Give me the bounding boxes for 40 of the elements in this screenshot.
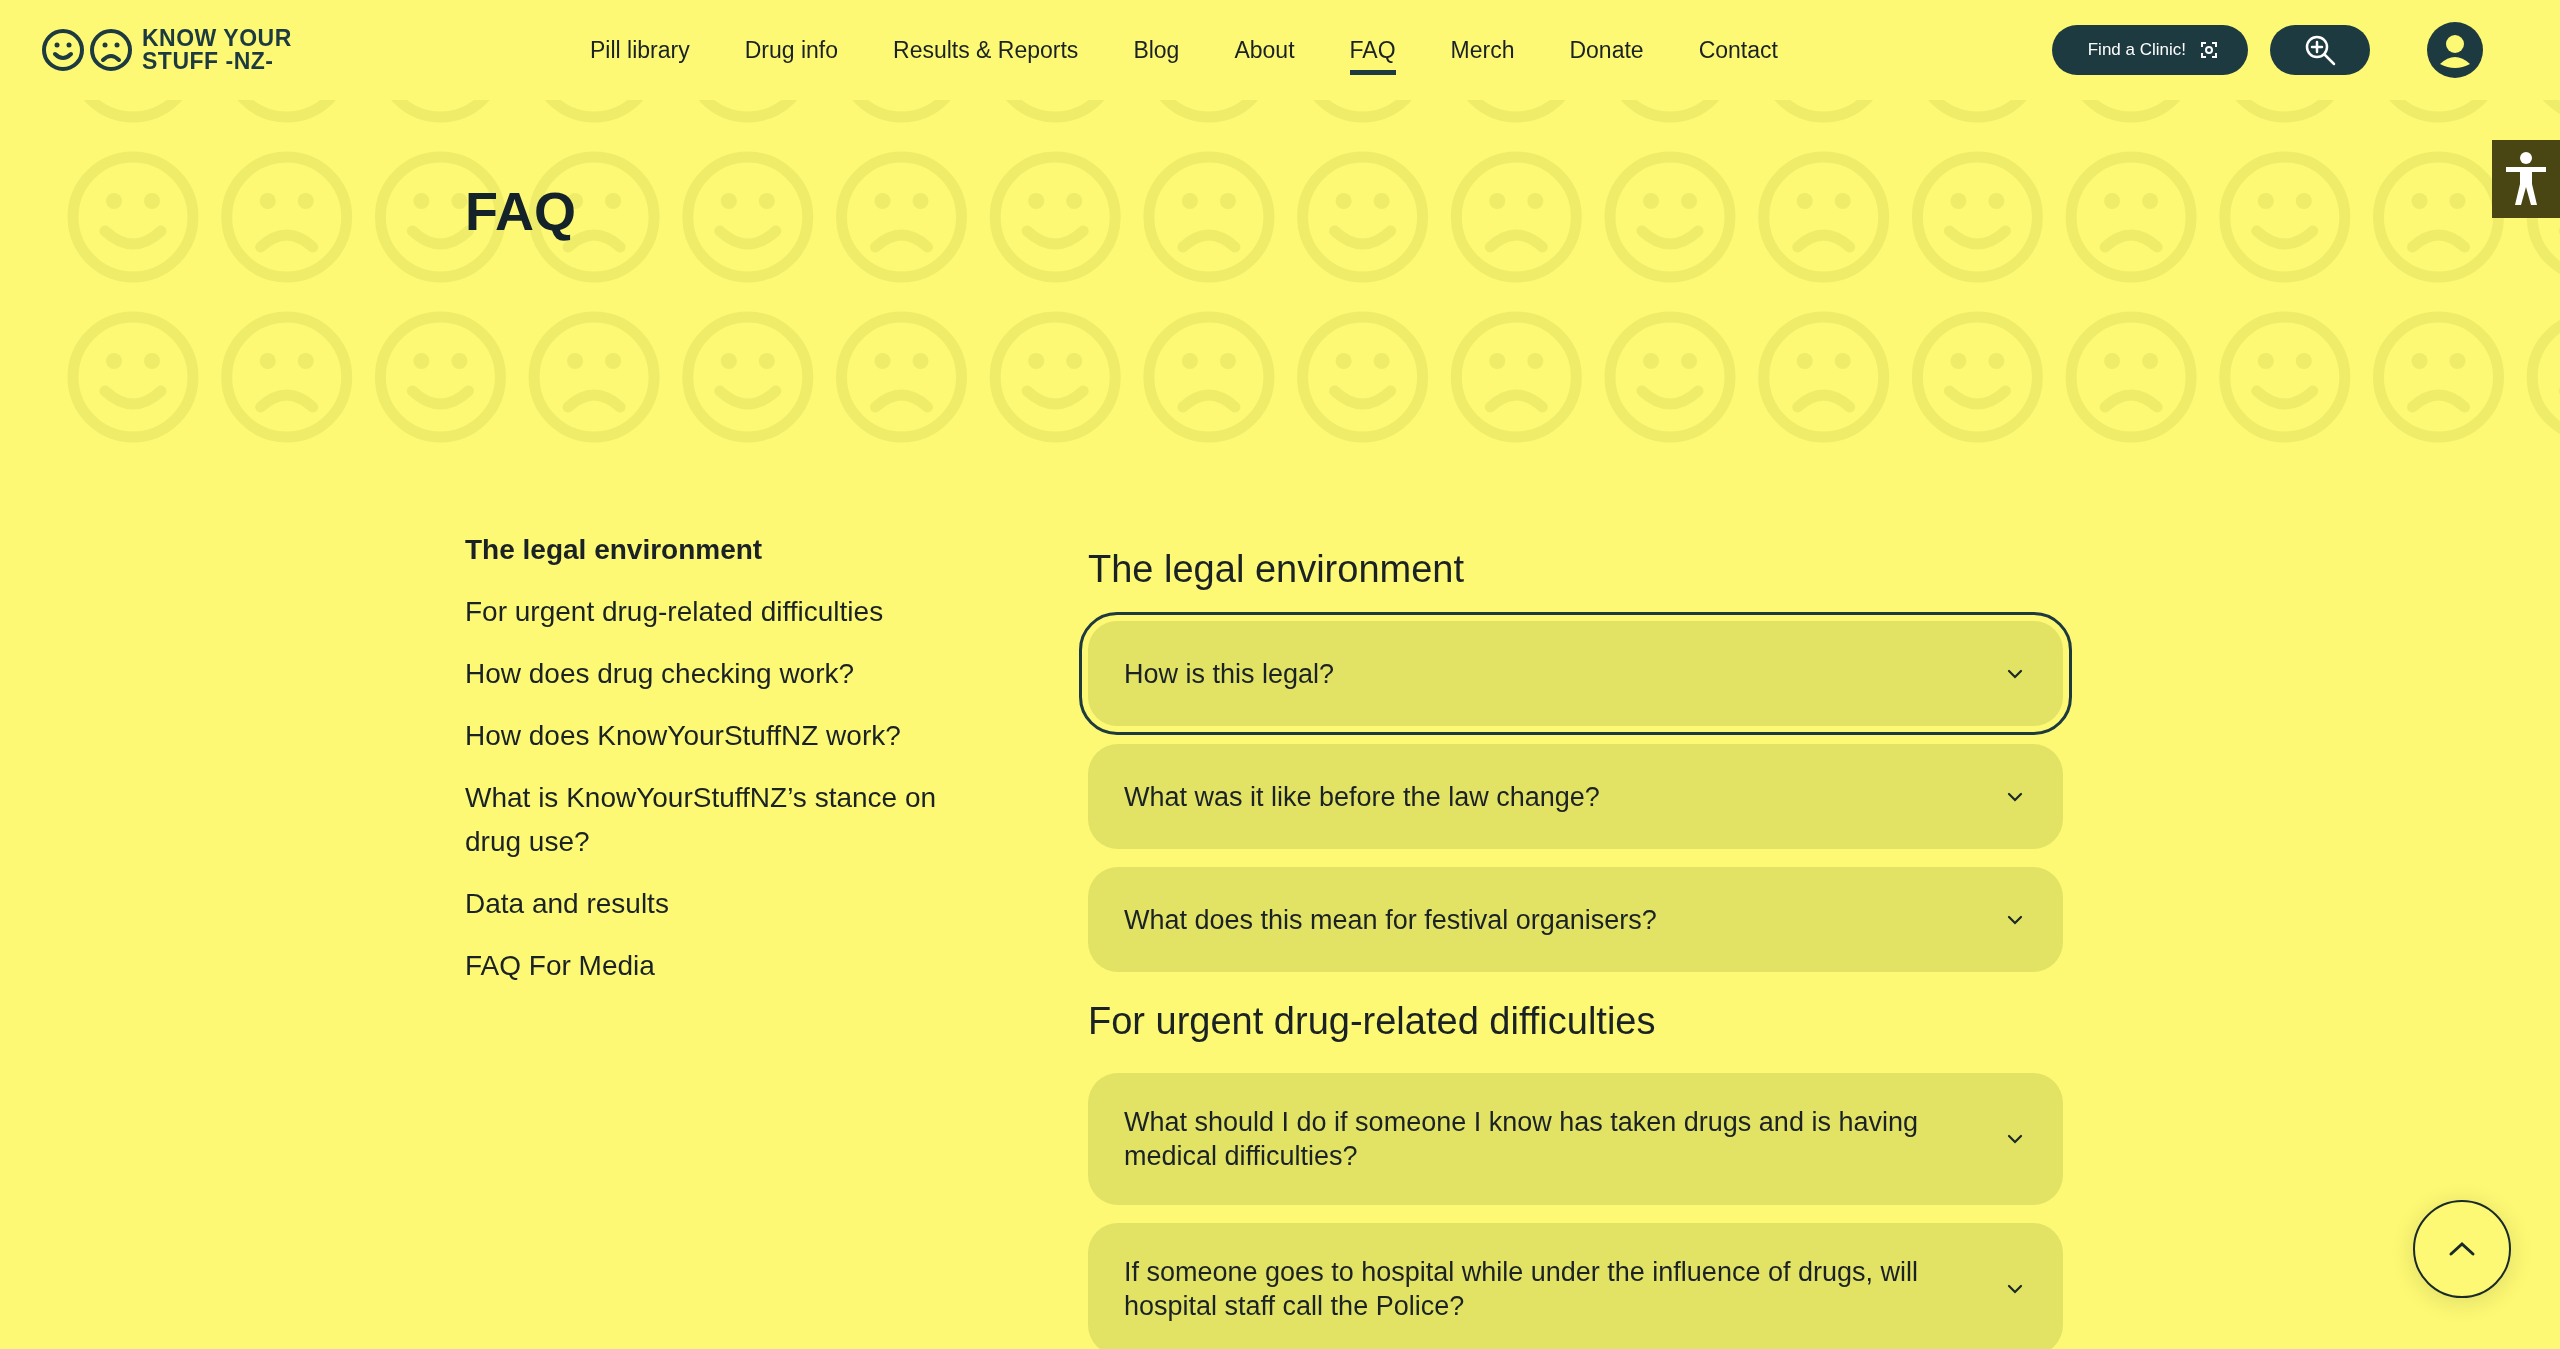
zoom-in-icon [2303, 33, 2337, 67]
chevron-up-icon [2448, 1241, 2476, 1257]
logo-text[interactable]: KNOW YOUR [142, 27, 292, 50]
sidebar-link[interactable]: The legal environment [465, 528, 995, 572]
accessibility-button[interactable] [2492, 140, 2560, 218]
section-heading: For urgent drug-related difficulties [1088, 1000, 1657, 1043]
logo-icon[interactable] [40, 27, 134, 73]
logo-text[interactable]: STUFF -NZ- [142, 50, 292, 73]
faq-question[interactable]: How is this legal? [1079, 612, 2072, 735]
nav-link[interactable]: FAQ [1349, 31, 1396, 75]
sidebar-link[interactable]: FAQ For Media [465, 944, 995, 988]
nav-link[interactable]: Merch [1450, 31, 1515, 75]
sidebar-link[interactable]: How does drug checking work? [465, 652, 995, 696]
chevron-icon [2007, 1134, 2023, 1144]
nav-link[interactable]: Donate [1569, 31, 1644, 75]
accessibility-icon [2504, 151, 2548, 207]
page-title: FAQ [465, 180, 577, 242]
user-icon[interactable] [2427, 22, 2483, 78]
section-heading: The legal environment [1088, 548, 1465, 591]
sidebar-link[interactable]: What is KnowYourStuffNZ’s stance on drug use? [465, 776, 995, 864]
nav-link[interactable]: Contact [1698, 31, 1778, 75]
faq-question[interactable]: What should I do if someone I know has taken drugs and is having medical difficulties? [1088, 1073, 2063, 1205]
nav-link[interactable]: Results & Reports [893, 31, 1079, 75]
chevron-icon [2007, 914, 2023, 925]
nav-link[interactable]: Blog [1133, 31, 1180, 75]
target-icon [2200, 41, 2218, 59]
faq-question[interactable]: If someone goes to hospital while under the influence of drugs, will hospital staff call the Police? [1088, 1223, 2063, 1349]
chevron-icon [2007, 791, 2023, 802]
nav-link[interactable]: About [1234, 31, 1295, 75]
sidebar-link[interactable]: For urgent drug-related difficulties [465, 590, 995, 634]
chevron-icon [2007, 668, 2023, 679]
sidebar-link[interactable]: Data and results [465, 882, 995, 926]
sidebar-link[interactable]: How does KnowYourStuffNZ work? [465, 714, 995, 758]
nav-link[interactable]: Pill library [590, 31, 690, 75]
faq-question[interactable]: What does this mean for festival organisers? [1088, 867, 2063, 972]
find-clinic-button[interactable]: Find a Clinic! [2051, 25, 2248, 75]
nav-link[interactable]: Drug info [744, 31, 838, 75]
chevron-icon [2007, 1284, 2023, 1294]
search-button[interactable] [2270, 25, 2370, 75]
faq-question[interactable]: What was it like before the law change? [1088, 744, 2063, 849]
